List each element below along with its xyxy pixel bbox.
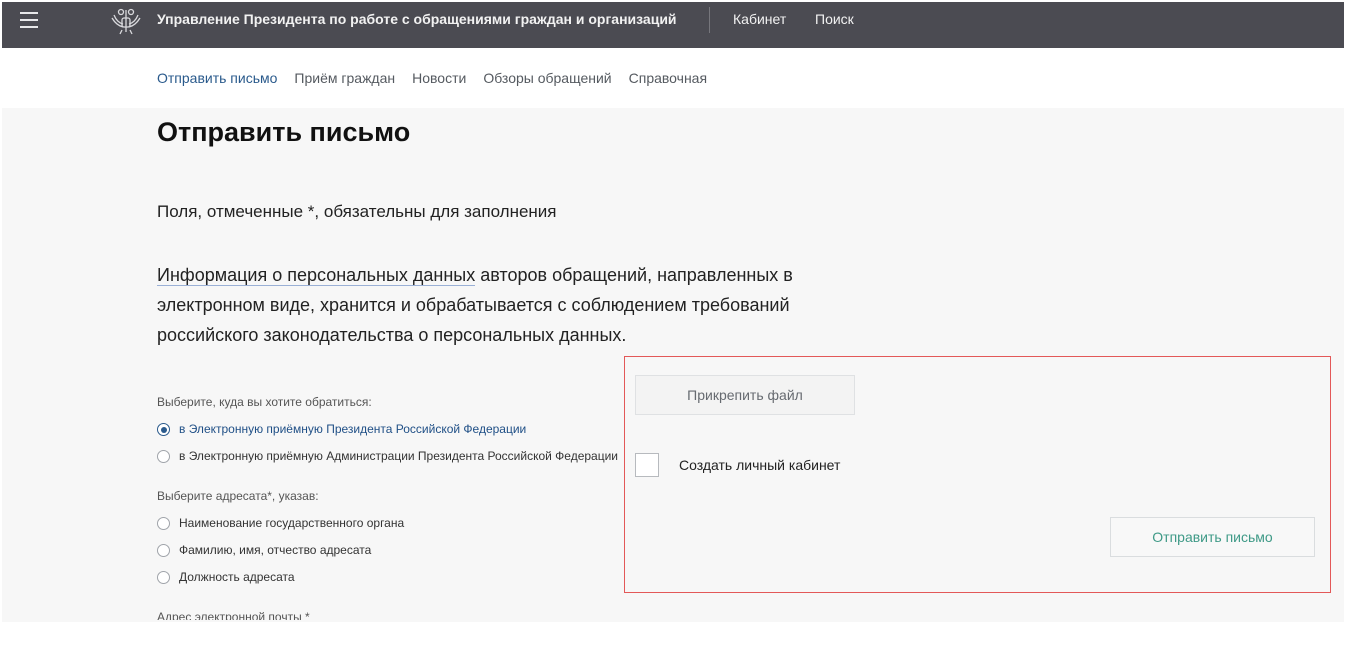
page-title: Отправить письмо bbox=[157, 117, 411, 147]
radio-label: Должность адресата bbox=[179, 570, 295, 584]
hamburger-icon[interactable] bbox=[20, 12, 38, 28]
search-link[interactable]: Поиск bbox=[815, 11, 854, 27]
coat-of-arms-icon[interactable] bbox=[110, 6, 142, 36]
radio-label: в Электронную приёмную Президента Россий… bbox=[179, 422, 527, 436]
nav-item-send-letter[interactable]: Отправить письмо bbox=[157, 70, 277, 86]
radio-label: в Электронную приёмную Администрации Пре… bbox=[179, 449, 619, 463]
attach-file-button[interactable]: Прикрепить файл bbox=[635, 375, 855, 415]
create-cabinet-checkbox[interactable] bbox=[635, 453, 659, 477]
create-cabinet-label[interactable]: Создать личный кабинет bbox=[679, 457, 840, 473]
radio-button[interactable] bbox=[157, 450, 170, 463]
header-divider bbox=[709, 7, 710, 33]
email-label: Адрес электронной почты * bbox=[157, 610, 310, 620]
radio-button[interactable] bbox=[157, 423, 170, 436]
destination-label: Выберите, куда вы хотите обратиться: bbox=[157, 395, 372, 409]
nav-item-reviews[interactable]: Обзоры обращений bbox=[483, 70, 611, 86]
highlighted-actions-panel: Прикрепить файл Создать личный кабинет О… bbox=[624, 356, 1331, 593]
addressee-label: Выберите адресата*, указав: bbox=[157, 489, 319, 503]
radio-label: Фамилию, имя, отчество адресата bbox=[179, 543, 372, 557]
radio-button[interactable] bbox=[157, 544, 170, 557]
nav-item-reception[interactable]: Приём граждан bbox=[294, 70, 395, 86]
radio-button[interactable] bbox=[157, 571, 170, 584]
nav-item-reference[interactable]: Справочная bbox=[629, 70, 707, 86]
radio-button[interactable] bbox=[157, 517, 170, 530]
personal-data-link[interactable]: Информация о персональных данных bbox=[157, 265, 476, 286]
send-letter-button[interactable]: Отправить письмо bbox=[1110, 517, 1315, 557]
personal-data-info: Информация о персональных данных авторов… bbox=[157, 260, 867, 350]
site-title[interactable]: Управление Президента по работе с обраще… bbox=[157, 11, 677, 27]
radio-label: Наименование государственного органа bbox=[179, 516, 405, 530]
required-fields-note: Поля, отмеченные *, обязательны для запо… bbox=[157, 202, 557, 221]
cabinet-link[interactable]: Кабинет bbox=[733, 11, 786, 27]
section-nav: Отправить письмо Приём граждан Новости Обзо… bbox=[157, 70, 724, 86]
top-header: Управление Президента по работе с обраще… bbox=[2, 2, 1344, 48]
nav-item-news[interactable]: Новости bbox=[412, 70, 466, 86]
